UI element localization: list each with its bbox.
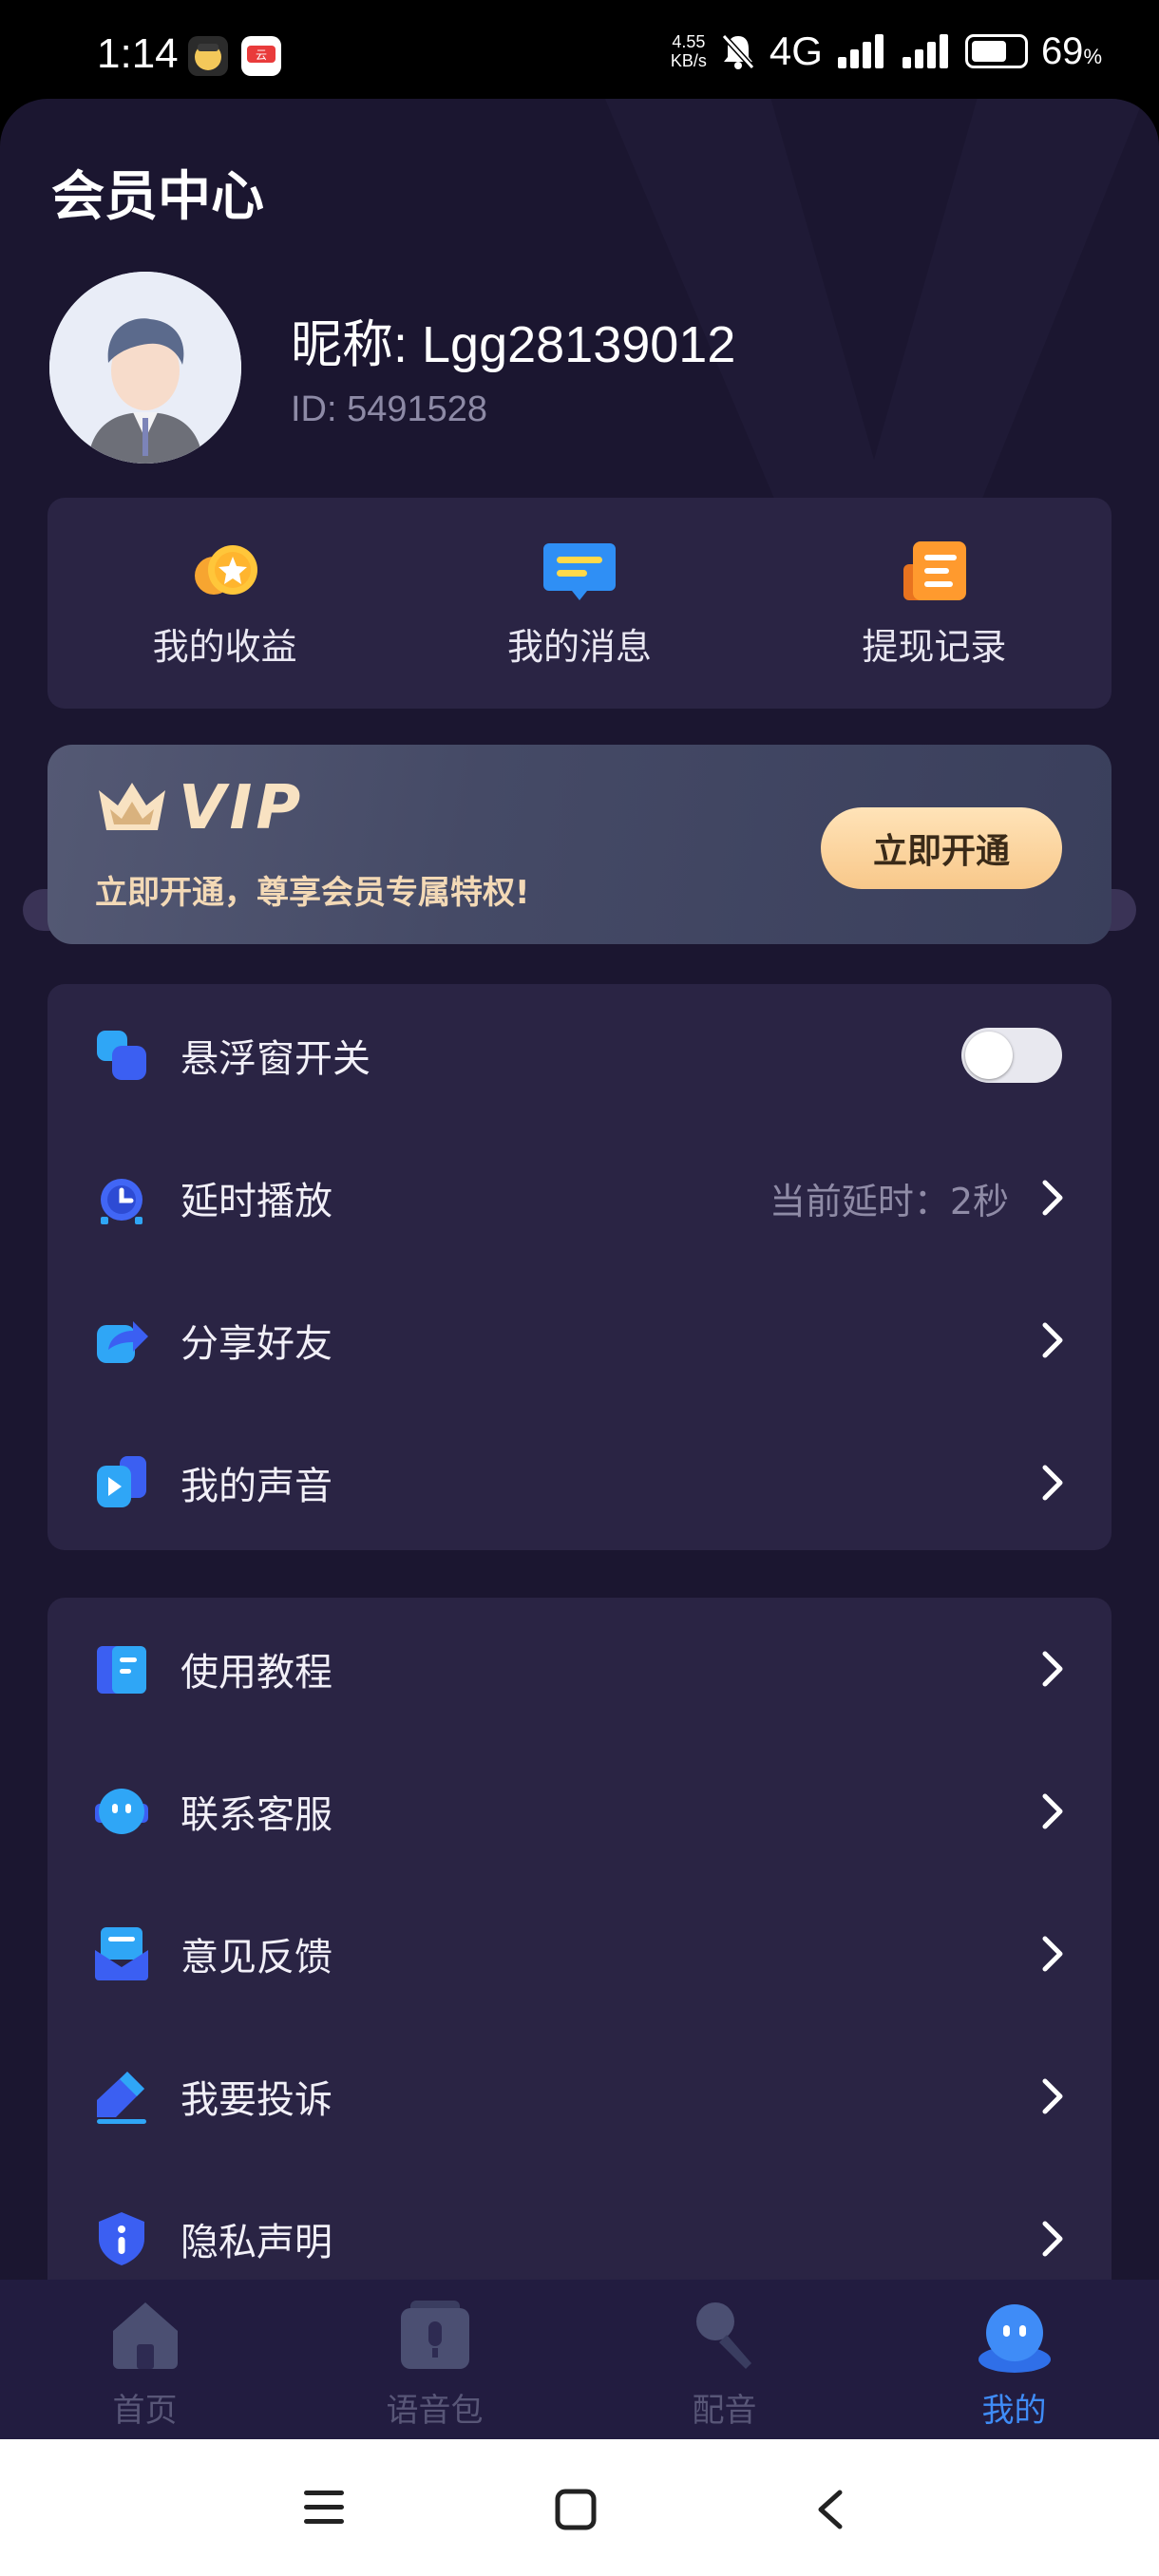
settings-row-label: 隐私声明 bbox=[180, 2221, 332, 2264]
user-id: ID: 5491528 bbox=[291, 389, 488, 429]
home-square-icon[interactable] bbox=[555, 2489, 597, 2530]
settings-row-label: 悬浮窗开关 bbox=[180, 1037, 370, 1081]
delay-value: 当前延时：2秒 bbox=[769, 1180, 1009, 1222]
quick-action-label: 我的收益 bbox=[152, 626, 297, 668]
settings-row-share-friends[interactable]: 分享好友 bbox=[48, 1269, 1112, 1411]
settings-row-label: 分享好友 bbox=[180, 1322, 332, 1366]
quick-action-label: 提现记录 bbox=[862, 626, 1007, 668]
profile-ghost-icon bbox=[978, 2304, 1051, 2373]
network-speed-unit: KB/s bbox=[670, 51, 707, 70]
svg-text:云: 云 bbox=[256, 48, 267, 62]
user-nickname: 昵称: Lgg28139012 bbox=[291, 316, 736, 373]
chevron-right-icon bbox=[1042, 1793, 1063, 1829]
settings-row-delay-playback[interactable]: 延时播放 当前延时：2秒 bbox=[48, 1127, 1112, 1269]
tab-home[interactable]: 首页 bbox=[0, 2280, 290, 2439]
network-speed: 4.55 KB/s bbox=[671, 32, 707, 70]
quick-action-label: 我的消息 bbox=[506, 626, 652, 668]
chevron-right-icon bbox=[1042, 1651, 1063, 1687]
chevron-right-icon bbox=[1042, 1322, 1063, 1358]
floating-window-toggle[interactable] bbox=[961, 1028, 1062, 1083]
complaint-pen-icon bbox=[97, 2072, 146, 2124]
vip-open-button[interactable]: 立即开通 bbox=[821, 807, 1062, 889]
quick-actions-card: 我的收益 我的消息 提现记录 bbox=[48, 498, 1112, 709]
book-icon bbox=[97, 1646, 146, 1694]
tab-label: 配音 bbox=[692, 2392, 757, 2430]
settings-row-complaint[interactable]: 我要投诉 bbox=[48, 2025, 1112, 2168]
back-icon[interactable] bbox=[813, 2489, 846, 2530]
mute-bell-icon bbox=[721, 33, 755, 70]
bottom-tab-bar: 首页 语音包 配音 我的 bbox=[0, 2280, 1159, 2439]
settings-row-feedback[interactable]: 意见反馈 bbox=[48, 1883, 1112, 2025]
battery-icon bbox=[964, 34, 1028, 68]
avatar[interactable] bbox=[49, 272, 241, 464]
status-right-group: 4.55 KB/s 4G 69% bbox=[671, 28, 1102, 74]
member-center-screen: 会员中心 昵称: Lgg28139012 ID: 5491528 我的收益 我的… bbox=[0, 99, 1159, 2439]
notification-app-icon-1 bbox=[188, 36, 228, 76]
chevron-right-icon bbox=[1042, 1465, 1063, 1501]
signal-icon-1 bbox=[837, 34, 884, 68]
settings-row-label: 我要投诉 bbox=[180, 2078, 332, 2122]
quick-action-withdraw-records[interactable]: 提现记录 bbox=[757, 498, 1112, 709]
notification-app-icon-2: 云 bbox=[241, 36, 281, 76]
chevron-right-icon bbox=[1042, 2221, 1063, 2257]
network-type: 4G bbox=[769, 28, 823, 73]
battery-percent: 69% bbox=[1040, 29, 1102, 72]
home-icon bbox=[112, 2302, 178, 2369]
status-bar: 1:14 云 4.55 KB/s 4G 69% bbox=[0, 0, 1159, 103]
chevron-right-icon bbox=[1042, 2078, 1063, 2114]
settings-row-label: 使用教程 bbox=[180, 1651, 332, 1695]
record-doc-icon bbox=[903, 541, 967, 600]
settings-card-1: 悬浮窗开关 延时播放 当前延时：2秒 分享好友 我的声音 bbox=[48, 984, 1112, 1550]
quick-action-messages[interactable]: 我的消息 bbox=[402, 498, 756, 709]
chevron-right-icon bbox=[1042, 1180, 1063, 1216]
tab-dubbing[interactable]: 配音 bbox=[580, 2280, 869, 2439]
quick-action-earnings[interactable]: 我的收益 bbox=[48, 498, 402, 709]
menu-icon[interactable] bbox=[302, 2489, 346, 2527]
settings-row-label: 延时播放 bbox=[180, 1180, 332, 1223]
network-speed-value: 4.55 bbox=[672, 32, 706, 51]
coin-star-icon bbox=[194, 545, 257, 595]
tab-label: 我的 bbox=[981, 2392, 1047, 2430]
settings-row-label: 意见反馈 bbox=[180, 1936, 332, 1979]
signal-icon-2 bbox=[902, 34, 948, 68]
tab-voice-pack[interactable]: 语音包 bbox=[290, 2280, 580, 2439]
status-time: 1:14 bbox=[97, 30, 179, 77]
floating-window-icon bbox=[97, 1031, 146, 1080]
voice-play-icon bbox=[97, 1456, 146, 1507]
privacy-shield-icon bbox=[99, 2212, 144, 2265]
settings-card-2: 使用教程 联系客服 意见反馈 我要投诉 隐私声明 bbox=[48, 1598, 1112, 2358]
share-icon bbox=[97, 1321, 148, 1363]
system-navigation-bar bbox=[0, 2439, 1159, 2576]
vip-subtitle: 立即开通，尊享会员专属特权! bbox=[95, 874, 530, 912]
chevron-right-icon bbox=[1042, 1936, 1063, 1972]
settings-row-label: 我的声音 bbox=[180, 1465, 332, 1508]
customer-service-icon bbox=[95, 1789, 148, 1834]
settings-row-label: 联系客服 bbox=[180, 1793, 332, 1837]
settings-row-floating-window[interactable]: 悬浮窗开关 bbox=[48, 984, 1112, 1127]
vip-title: VIP bbox=[179, 773, 305, 843]
tab-label: 语音包 bbox=[386, 2392, 484, 2430]
microphone-icon bbox=[695, 2302, 751, 2369]
vip-banner[interactable]: VIP 立即开通，尊享会员专属特权! 立即开通 bbox=[48, 745, 1112, 944]
page-title: 会员中心 bbox=[51, 166, 264, 228]
settings-row-tutorial[interactable]: 使用教程 bbox=[48, 1598, 1112, 1740]
voice-pack-icon bbox=[400, 2301, 469, 2369]
tab-mine[interactable]: 我的 bbox=[869, 2280, 1159, 2439]
settings-row-customer-service[interactable]: 联系客服 bbox=[48, 1740, 1112, 1883]
settings-row-my-voice[interactable]: 我的声音 bbox=[48, 1411, 1112, 1554]
alarm-clock-icon bbox=[101, 1179, 142, 1224]
message-bubble-icon bbox=[542, 543, 616, 600]
tab-label: 首页 bbox=[112, 2392, 178, 2430]
feedback-mail-icon bbox=[95, 1927, 148, 1980]
crown-icon bbox=[99, 783, 165, 830]
